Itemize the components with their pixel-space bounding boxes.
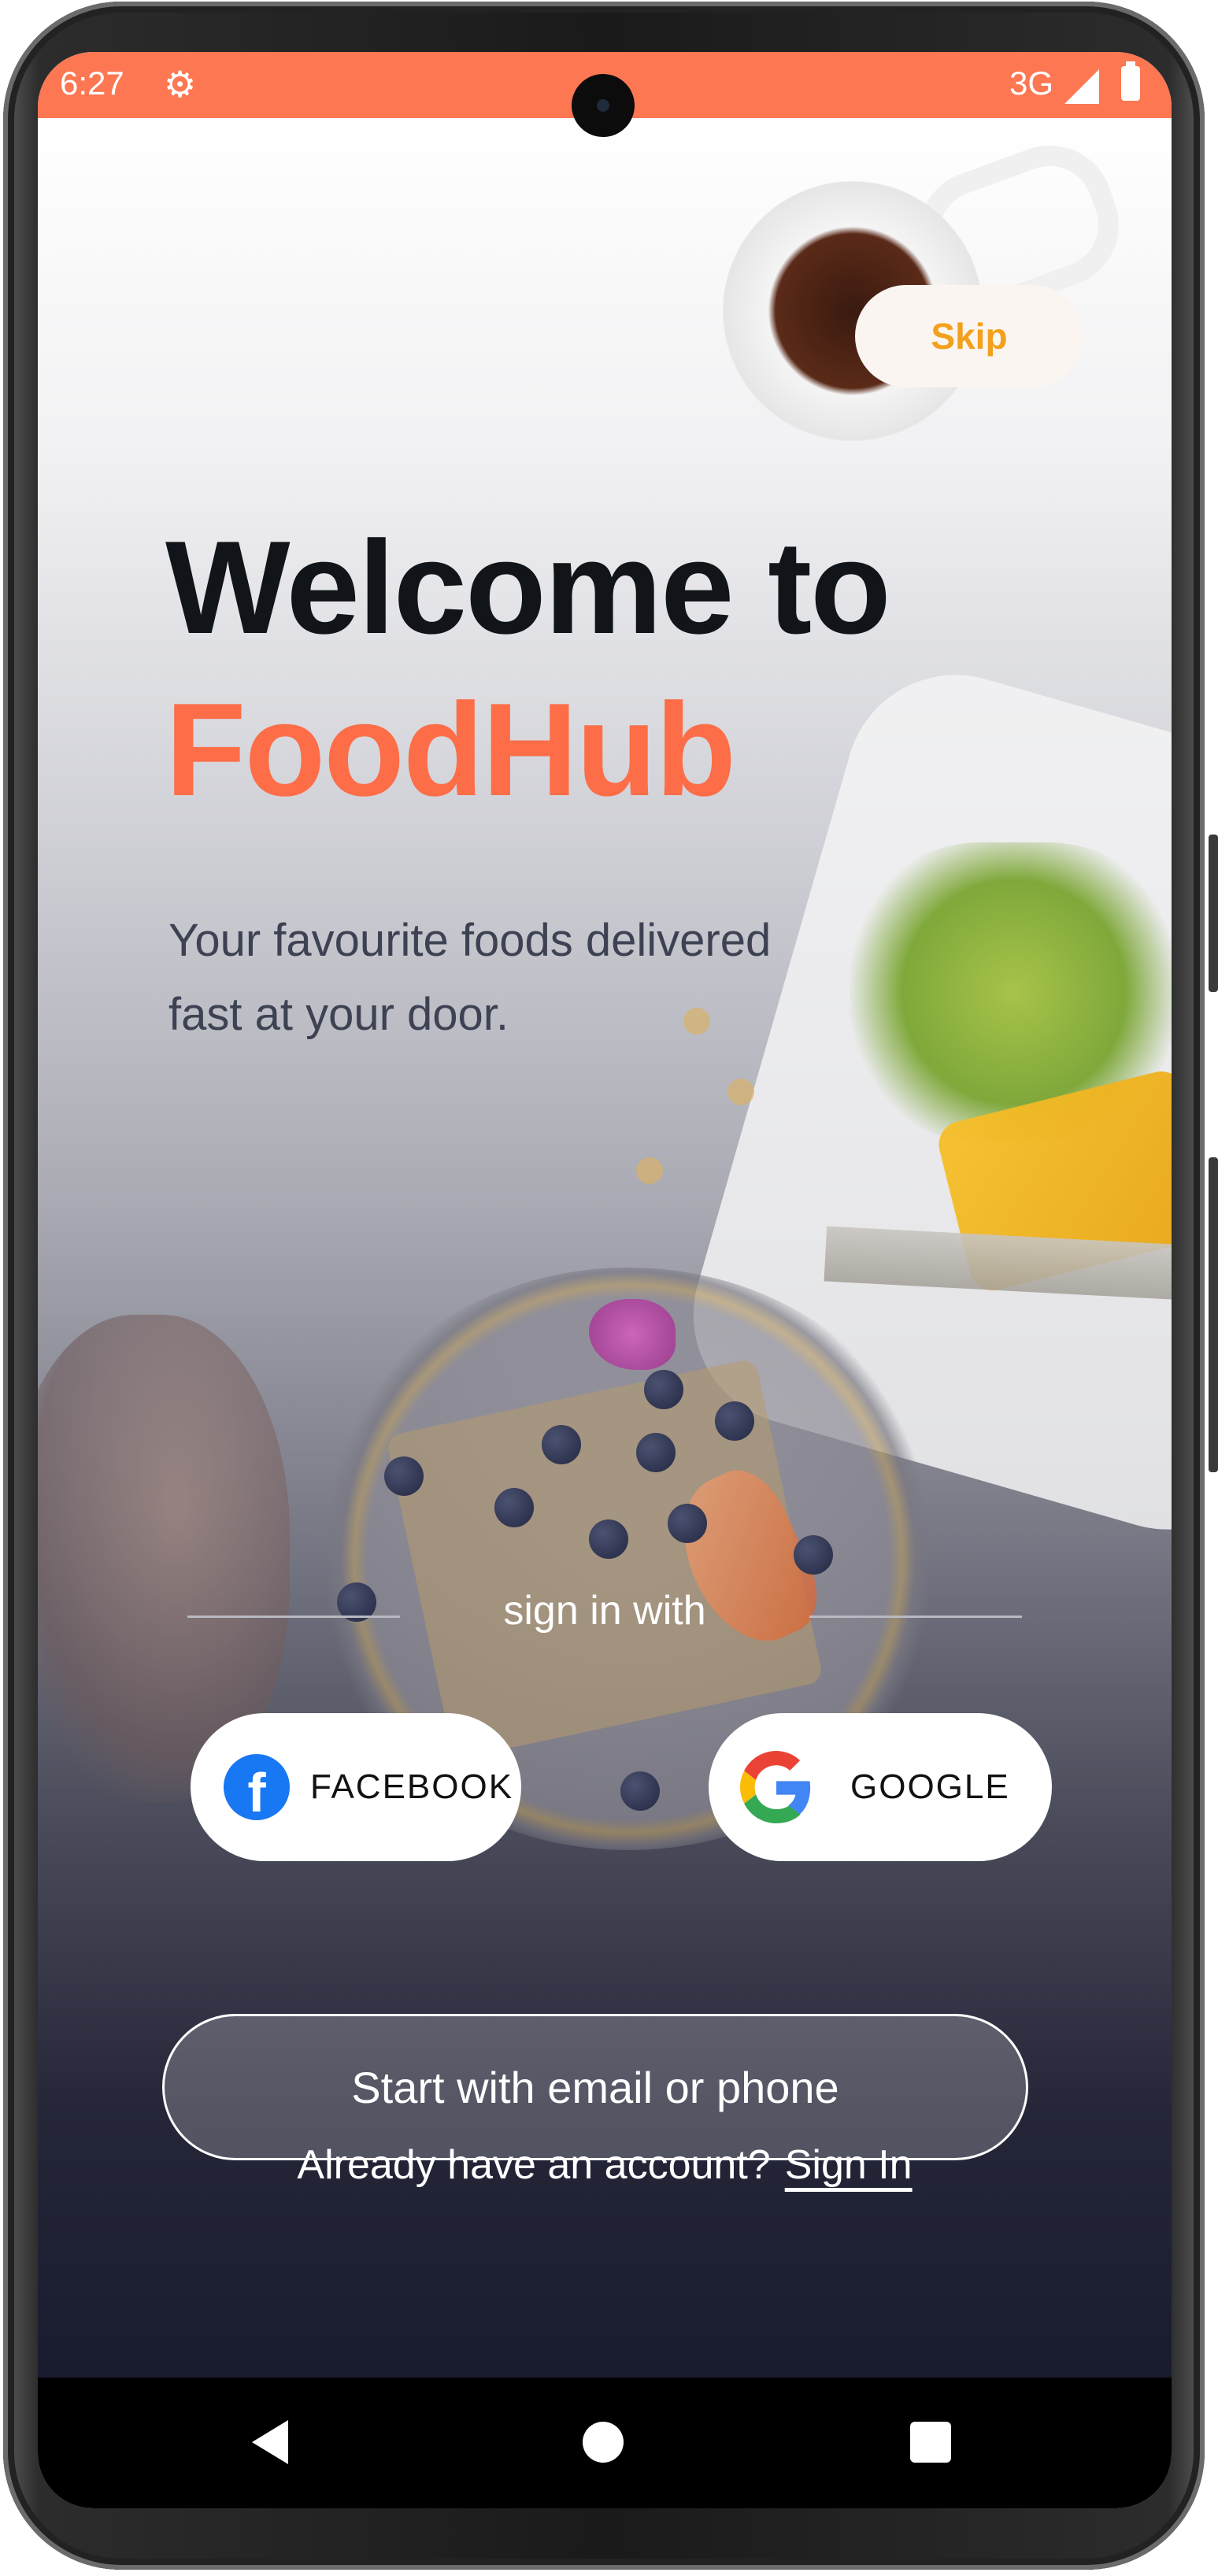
blueberry xyxy=(494,1488,534,1527)
google-icon xyxy=(740,1751,811,1823)
blueberry xyxy=(542,1425,581,1464)
facebook-label: FACEBOOK xyxy=(310,1767,514,1806)
email-or-phone-button[interactable]: Start with email or phone xyxy=(162,2014,1028,2160)
subtitle-line-1: Your favourite foods delivered xyxy=(168,915,772,966)
divider-left xyxy=(187,1616,400,1618)
back-triangle-icon[interactable] xyxy=(252,2420,288,2464)
phone-device: 6:27 ⚙ 3G Skip Welcome to FoodHub Your f… xyxy=(0,0,1218,2576)
power-button xyxy=(1209,1157,1218,1472)
status-time: 6:27 xyxy=(60,65,124,102)
blueberry xyxy=(620,1771,660,1811)
blueberry xyxy=(794,1535,833,1575)
skip-button[interactable]: Skip xyxy=(855,285,1083,387)
welcome-subtitle: Your favourite foods delivered fast at y… xyxy=(168,904,877,1052)
blueberry xyxy=(715,1401,754,1441)
google-label: GOOGLE xyxy=(850,1767,1010,1806)
account-prompt-text: Already have an account? xyxy=(297,2142,771,2188)
front-camera xyxy=(572,74,635,137)
welcome-title: Welcome to xyxy=(165,513,891,661)
syrup-drop xyxy=(636,1157,663,1184)
subtitle-line-2: fast at your door. xyxy=(168,989,509,1040)
sign-in-link[interactable]: Sign In xyxy=(785,2142,913,2188)
app-name-title: FoodHub xyxy=(165,675,736,824)
navigation-bar xyxy=(38,2378,1172,2508)
signal-icon xyxy=(1064,69,1099,104)
google-login-button[interactable]: GOOGLE xyxy=(709,1713,1052,1861)
blueberry xyxy=(644,1370,683,1409)
screen: 6:27 ⚙ 3G Skip Welcome to FoodHub Your f… xyxy=(38,52,1172,2508)
facebook-icon: f xyxy=(224,1754,290,1820)
volume-button xyxy=(1209,835,1218,992)
network-type: 3G xyxy=(1009,65,1053,102)
gear-icon: ⚙ xyxy=(164,64,197,105)
sign-in-prompt: Already have an account? Sign In xyxy=(38,2141,1172,2189)
sign-in-with-label: sign in with xyxy=(503,1588,706,1634)
divider-right xyxy=(809,1616,1022,1618)
blueberry xyxy=(384,1456,424,1496)
blueberry xyxy=(668,1504,707,1543)
blueberry xyxy=(589,1519,628,1559)
recents-square-icon[interactable] xyxy=(910,2422,951,2463)
home-circle-icon[interactable] xyxy=(583,2422,624,2463)
syrup-drop xyxy=(727,1079,754,1105)
battery-icon xyxy=(1121,61,1140,101)
blueberry xyxy=(636,1433,676,1472)
facebook-login-button[interactable]: f FACEBOOK xyxy=(191,1713,521,1861)
